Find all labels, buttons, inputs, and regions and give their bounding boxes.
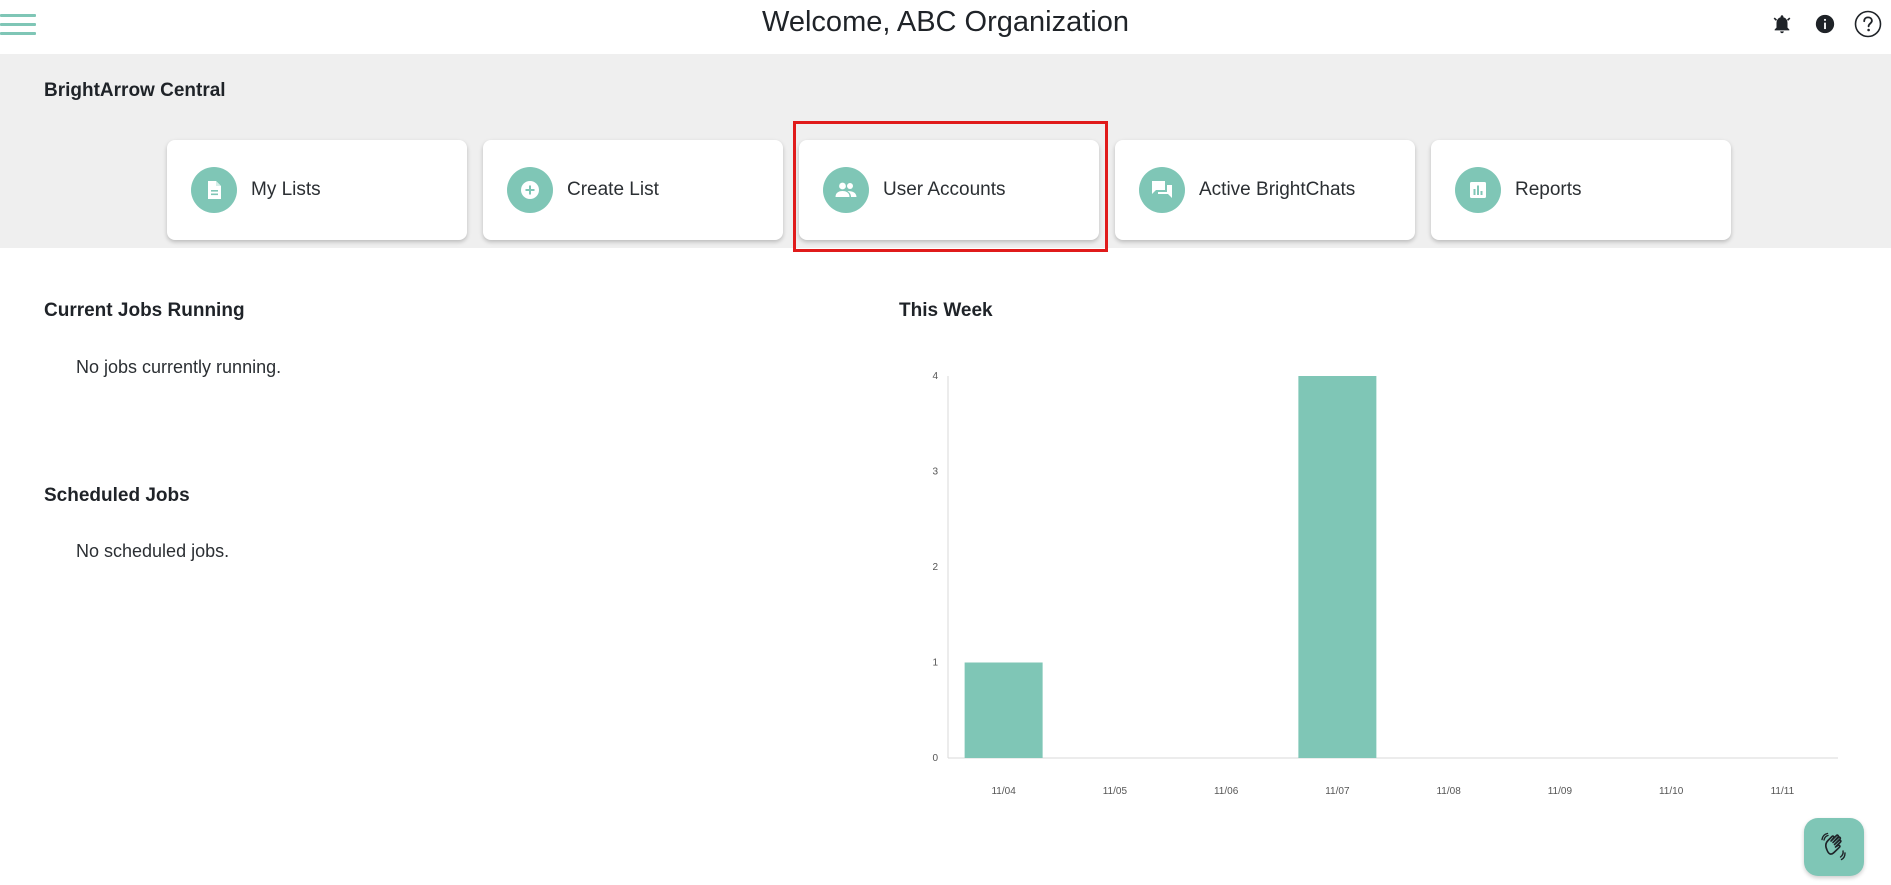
active-brightchats-card[interactable]: Active BrightChats: [1115, 140, 1415, 240]
x-tick-label: 11/09: [1548, 786, 1573, 797]
x-tick-label: 11/08: [1436, 786, 1461, 797]
bar-chart-icon: [1455, 167, 1501, 213]
y-tick-label: 1: [932, 658, 938, 669]
y-tick-label: 2: [932, 562, 938, 573]
card-label: Active BrightChats: [1199, 179, 1356, 200]
chat-icon: [1139, 167, 1185, 213]
this-week-chart: 0 1 2 3 4 11/04 11/05 11/06 11/07 11/08 11/09 11/10…: [932, 371, 1838, 797]
bar-11/04[interactable]: [964, 662, 1043, 759]
x-tick-label: 11/06: [1214, 786, 1239, 797]
reports-card[interactable]: Reports: [1431, 140, 1731, 240]
card-label: My Lists: [251, 179, 321, 200]
menu-icon[interactable]: [0, 10, 38, 40]
bell-icon[interactable]: [1768, 10, 1796, 38]
current-jobs-title: Current Jobs Running: [44, 300, 245, 321]
plus-circle-icon: [507, 167, 553, 213]
y-tick-label: 3: [932, 467, 938, 478]
card-label: Reports: [1515, 179, 1582, 200]
user-accounts-card[interactable]: User Accounts: [799, 140, 1099, 240]
x-tick-label: 11/04: [991, 786, 1016, 797]
users-icon: [823, 167, 869, 213]
x-tick-label: 11/10: [1659, 786, 1684, 797]
scheduled-jobs-title: Scheduled Jobs: [44, 485, 190, 506]
current-jobs-text: No jobs currently running.: [76, 357, 282, 377]
my-lists-card[interactable]: My Lists: [167, 140, 467, 240]
wave-hand-icon: [1821, 832, 1846, 861]
scheduled-jobs-text: No scheduled jobs.: [76, 541, 230, 561]
central-title: BrightArrow Central: [44, 80, 226, 101]
central-band: BrightArrow Central My Lists Create List: [0, 54, 1891, 248]
y-tick-label: 4: [932, 371, 938, 382]
help-chat-button[interactable]: [1804, 818, 1864, 876]
create-list-card[interactable]: Create List: [483, 140, 783, 240]
page-title: Welcome, ABC Organization: [762, 6, 1129, 38]
card-label: User Accounts: [883, 179, 1006, 200]
x-tick-label: 11/05: [1103, 786, 1128, 797]
bar-11/07[interactable]: [1298, 376, 1377, 758]
info-icon[interactable]: [1811, 10, 1839, 38]
help-icon[interactable]: [1854, 10, 1882, 38]
document-icon: [191, 167, 237, 213]
x-tick-label: 11/11: [1771, 786, 1795, 797]
this-week-title: This Week: [899, 300, 993, 321]
x-tick-label: 11/07: [1325, 786, 1350, 797]
y-tick-label: 0: [932, 753, 938, 764]
card-label: Create List: [567, 179, 659, 200]
top-bar: Welcome, ABC Organization: [0, 0, 1891, 54]
